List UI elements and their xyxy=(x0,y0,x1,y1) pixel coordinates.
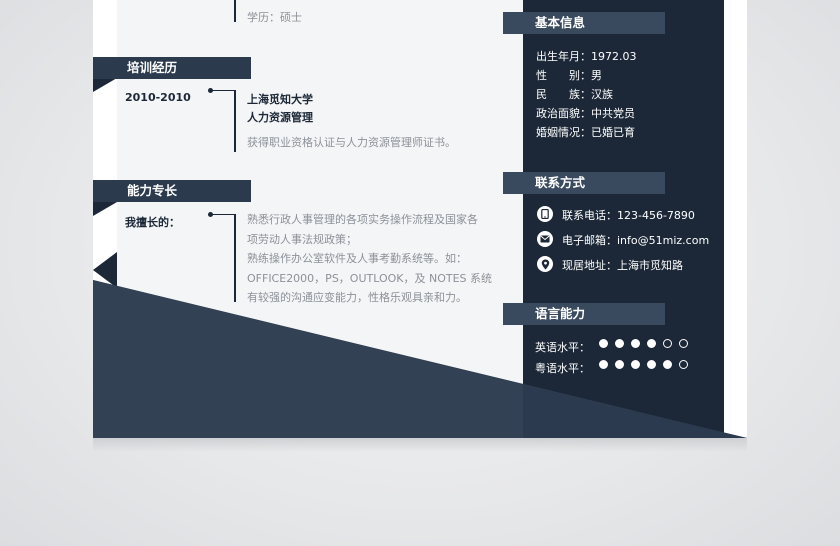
rating-dot-filled xyxy=(663,360,672,369)
rating-dot-filled xyxy=(615,360,624,369)
paper-shadow xyxy=(93,438,747,452)
rating-dot-empty xyxy=(663,339,672,348)
training-desc: 获得职业资格认证与人力资源管理师证书。 xyxy=(247,136,456,149)
basic-info-row: 性 别：男 xyxy=(536,69,602,82)
language-label-english: 英语水平： xyxy=(535,341,590,354)
skills-line: 熟练操作办公室软件及人事考勤系统等。如： xyxy=(247,252,467,266)
skills-line: 有较强的沟通应变能力，性格乐观具亲和力。 xyxy=(247,291,467,305)
rating-dot-filled xyxy=(647,360,656,369)
rating-dot-empty xyxy=(679,339,688,348)
rating-dot-filled xyxy=(631,360,640,369)
training-date: 2010-2010 xyxy=(125,91,191,104)
timeline-connector-training xyxy=(212,90,234,91)
section-tab-contact: 联系方式 xyxy=(503,172,665,194)
section-tab-language: 语言能力 xyxy=(503,303,665,325)
mail-icon xyxy=(537,231,553,247)
skills-line: OFFICE2000，PS，OUTLOOK，及 NOTES 系统 xyxy=(247,271,493,285)
section-tab-skills: 能力专长 xyxy=(93,180,251,202)
tab-fold-training xyxy=(93,78,117,92)
basic-info-row: 政治面貌：中共党员 xyxy=(536,107,635,120)
rating-dot-filled xyxy=(647,339,656,348)
contact-email: 电子邮箱：info@51miz.com xyxy=(562,234,710,247)
skills-line: 项劳动人事法规政策； xyxy=(247,232,357,246)
basic-info-row: 婚姻情况：已婚已育 xyxy=(536,126,635,139)
section-tab-basic-info: 基本信息 xyxy=(503,12,665,34)
basic-info-row: 民 族：汉族 xyxy=(536,88,613,101)
phone-icon xyxy=(537,206,553,222)
timeline-line-skills xyxy=(234,214,236,302)
timeline-line-top xyxy=(234,0,236,22)
language-level-english xyxy=(599,339,688,348)
contact-address: 现居地址：上海市觅知路 xyxy=(562,259,683,272)
basic-info-row: 出生年月：1972.03 xyxy=(536,50,637,63)
resume-paper: 学历：硕士 培训经历 2010-2010 上海觅知大学 人力资源管理 获得职业资… xyxy=(93,0,747,438)
training-major: 人力资源管理 xyxy=(247,111,313,124)
training-school: 上海觅知大学 xyxy=(247,93,313,106)
rating-dot-filled xyxy=(599,360,608,369)
skills-label: 我擅长的： xyxy=(125,216,180,229)
rating-dot-filled xyxy=(599,339,608,348)
language-level-cantonese xyxy=(599,360,688,369)
section-tab-training: 培训经历 xyxy=(93,57,251,79)
timeline-connector-skills xyxy=(212,214,234,215)
location-pin-icon xyxy=(537,256,553,272)
timeline-line-training xyxy=(234,90,236,152)
rating-dot-empty xyxy=(679,360,688,369)
skills-paragraph: 熟悉行政人事管理的各项实务操作流程及国家各 项劳动人事法规政策； 熟练操作办公室… xyxy=(247,210,497,308)
rating-dot-filled xyxy=(631,339,640,348)
language-label-cantonese: 粤语水平： xyxy=(535,362,590,375)
education-degree: 学历：硕士 xyxy=(247,11,302,24)
contact-phone: 联系电话：123-456-7890 xyxy=(562,209,695,222)
tab-fold-skills xyxy=(93,202,117,216)
skills-line: 熟悉行政人事管理的各项实务操作流程及国家各 xyxy=(247,213,478,226)
rating-dot-filled xyxy=(615,339,624,348)
